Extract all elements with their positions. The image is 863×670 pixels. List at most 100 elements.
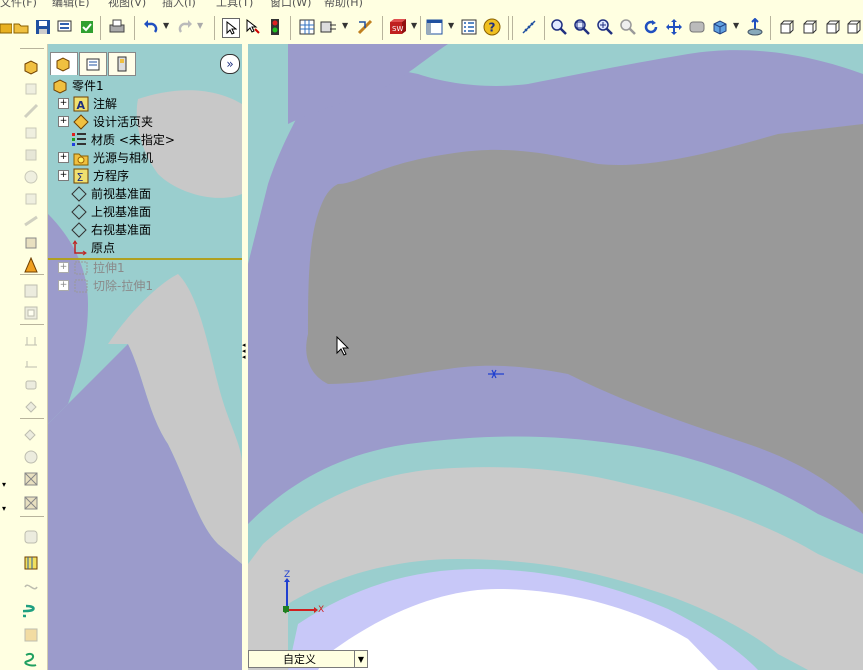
3d-dropdown-icon[interactable]: ▼: [411, 21, 417, 30]
redo-dropdown-icon[interactable]: ▼: [197, 21, 203, 30]
tree-item-right-plane[interactable]: 右视基准面: [71, 221, 151, 238]
select-icon[interactable]: [222, 18, 240, 38]
view-orientation-select[interactable]: 自定义 ▼: [248, 650, 368, 668]
menu-insert[interactable]: 插入(I): [162, 0, 196, 10]
extrude-boss-icon[interactable]: [22, 58, 40, 76]
sweep-icon[interactable]: [22, 102, 40, 120]
expand-icon[interactable]: +: [58, 280, 69, 291]
hole-wizard-icon[interactable]: [22, 528, 40, 546]
instant3d-icon[interactable]: [22, 626, 40, 644]
grid-icon[interactable]: [298, 18, 316, 36]
property-manager-tab[interactable]: [79, 52, 107, 76]
roll-icon[interactable]: [688, 18, 706, 36]
display-icon[interactable]: [711, 18, 729, 36]
expand-icon[interactable]: +: [58, 116, 69, 127]
menu-window[interactable]: 窗口(W): [270, 0, 311, 10]
options-dropdown-icon[interactable]: ▼: [342, 21, 348, 30]
svg-text:SW: SW: [392, 25, 403, 33]
expand-icon[interactable]: +: [58, 170, 69, 181]
tree-item-origin[interactable]: 原点: [71, 239, 115, 256]
linear-pattern-icon[interactable]: [22, 426, 40, 444]
draft-icon[interactable]: [22, 332, 40, 350]
undo-icon[interactable]: [142, 18, 160, 36]
dome-icon[interactable]: [22, 354, 40, 372]
back-view-icon[interactable]: [801, 18, 819, 36]
chamfer-icon[interactable]: [22, 256, 40, 274]
menu-file[interactable]: 文件(F): [0, 0, 37, 10]
traffic-light-icon[interactable]: [266, 18, 284, 36]
tree-item-equations[interactable]: + Σ 方程序: [58, 167, 129, 184]
smart-select-icon[interactable]: [244, 18, 262, 36]
options-icon[interactable]: [320, 18, 338, 36]
splitter-arrows-icon[interactable]: ◂ ◂ ◂: [242, 342, 246, 361]
pattern-icon[interactable]: [22, 494, 40, 512]
measure-icon[interactable]: [520, 18, 538, 36]
tree-item-cut-extrude1[interactable]: + 切除-拉伸1: [58, 277, 153, 294]
menu-edit[interactable]: 编辑(E): [52, 0, 90, 10]
flex-icon[interactable]: [22, 398, 40, 416]
extrude-cut-icon[interactable]: [22, 146, 40, 164]
mirror-icon[interactable]: [22, 470, 40, 488]
menu-help[interactable]: 帮助(H): [324, 0, 363, 10]
tree-item-annotations[interactable]: + A 注解: [58, 95, 117, 112]
left-view-icon[interactable]: [824, 18, 842, 36]
loft-icon[interactable]: [22, 124, 40, 142]
display-dropdown-icon[interactable]: ▼: [733, 21, 739, 30]
sketch-icon[interactable]: [356, 18, 374, 36]
reference-geometry-icon[interactable]: [22, 554, 40, 572]
tree-item-front-plane[interactable]: 前视基准面: [71, 185, 151, 202]
printer-icon[interactable]: [108, 18, 126, 36]
wrap-icon[interactable]: [22, 376, 40, 394]
graphics-area[interactable]: Z X: [248, 44, 863, 670]
print-preview-icon[interactable]: [56, 18, 74, 36]
tree-item-extrude1[interactable]: + 拉伸1: [58, 259, 125, 276]
tree-item-material[interactable]: 材质 <未指定>: [71, 131, 175, 148]
rotate-icon[interactable]: [642, 18, 660, 36]
chevron-down-icon[interactable]: ▼: [354, 651, 367, 667]
circular-pattern-icon[interactable]: [22, 448, 40, 466]
tree-item-part[interactable]: 零件1: [52, 77, 104, 94]
view-dropdown-icon[interactable]: ▼: [448, 21, 454, 30]
save-icon[interactable]: [34, 18, 52, 36]
rebuild-icon[interactable]: [78, 18, 96, 36]
zoom-area-icon[interactable]: [573, 18, 591, 36]
revolve-boss-icon[interactable]: [22, 80, 40, 98]
curves-icon[interactable]: [22, 578, 40, 596]
right-view-icon[interactable]: [845, 18, 863, 36]
left-toolbar-arrow-2[interactable]: ▾: [2, 504, 6, 513]
expand-panel-button[interactable]: »: [220, 54, 240, 74]
help-icon[interactable]: ?: [483, 18, 501, 36]
menu-view[interactable]: 视图(V): [108, 0, 146, 10]
expand-icon[interactable]: +: [58, 98, 69, 109]
shell-icon[interactable]: [22, 282, 40, 300]
redo-icon[interactable]: [176, 18, 194, 36]
undo-dropdown-icon[interactable]: ▼: [163, 21, 169, 30]
feature-manager-tab[interactable]: [50, 52, 78, 75]
spline-icon[interactable]: [22, 650, 40, 668]
tree-item-top-plane[interactable]: 上视基准面: [71, 203, 151, 220]
helix-icon[interactable]: [22, 602, 40, 620]
tree-item-lights-cameras[interactable]: + 光源与相机: [58, 149, 153, 166]
pan-icon[interactable]: [665, 18, 683, 36]
zoom-fit-icon[interactable]: [550, 18, 568, 36]
lofted-cut-icon[interactable]: [22, 212, 40, 230]
rib-icon[interactable]: [22, 304, 40, 322]
normal-to-icon[interactable]: [746, 18, 764, 36]
tree-item-design-binder[interactable]: + 设计活页夹: [58, 113, 153, 130]
open-icon[interactable]: [0, 18, 12, 36]
3d-sketch-icon[interactable]: SW: [388, 18, 406, 36]
front-view-icon[interactable]: [778, 18, 796, 36]
list-icon[interactable]: [460, 18, 478, 36]
expand-icon[interactable]: +: [58, 262, 69, 273]
configuration-manager-tab[interactable]: [108, 52, 136, 76]
menu-tools[interactable]: 工具(T): [216, 0, 253, 10]
fillet-icon[interactable]: [22, 234, 40, 252]
expand-icon[interactable]: +: [58, 152, 69, 163]
swept-cut-icon[interactable]: [22, 190, 40, 208]
open-folder-icon[interactable]: [12, 18, 30, 36]
left-toolbar-arrow-1[interactable]: ▾: [2, 480, 6, 489]
zoom-in-out-icon[interactable]: [596, 18, 614, 36]
view-icon[interactable]: [426, 18, 444, 36]
revolve-cut-icon[interactable]: [22, 168, 40, 186]
zoom-out-icon[interactable]: [619, 18, 637, 36]
